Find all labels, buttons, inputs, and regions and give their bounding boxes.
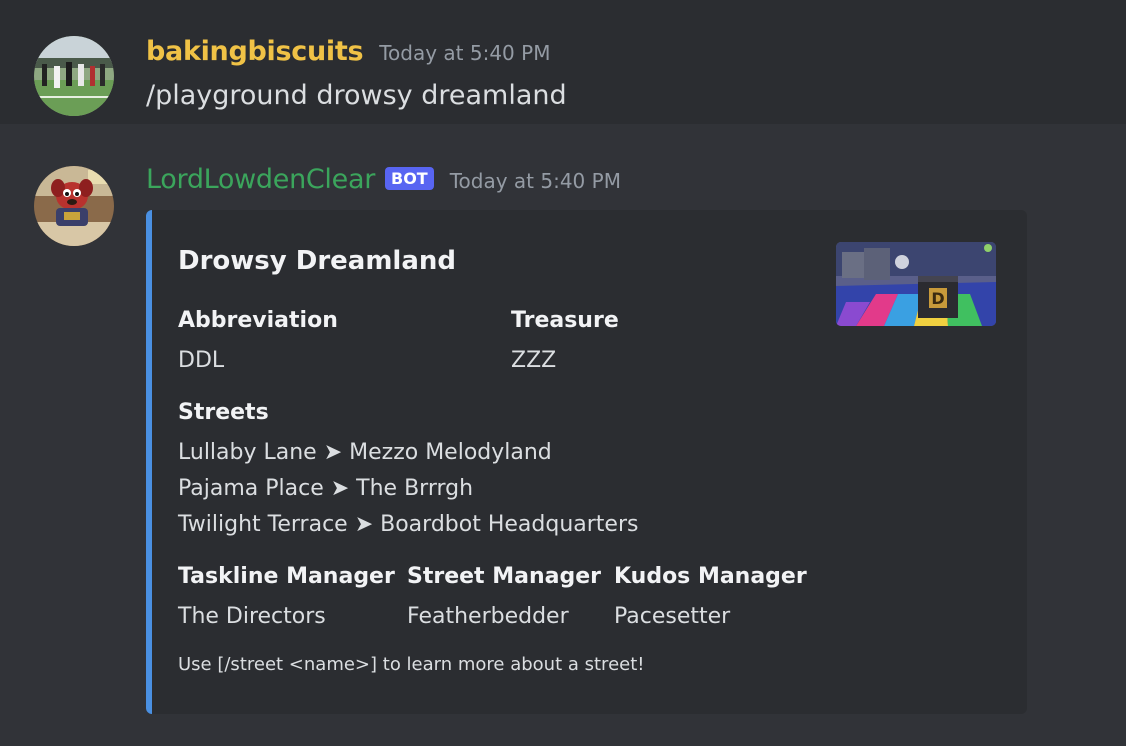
playground-thumbnail-icon: D: [836, 242, 996, 326]
field-kudos-manager-value: Pacesetter: [614, 604, 731, 629]
avatar-character-icon: [34, 166, 114, 246]
avatar-photo-icon: [34, 36, 114, 116]
embed: Drowsy Dreamland D Abbreviation DDL Trea…: [146, 210, 1027, 714]
field-streets-name: Streets: [178, 400, 269, 425]
timestamp[interactable]: Today at 5:40 PM: [379, 41, 550, 65]
embed-title: Drowsy Dreamland: [178, 246, 457, 276]
message-content: /playground drowsy dreamland: [146, 80, 567, 111]
message-header: bakingbiscuits Today at 5:40 PM: [146, 36, 550, 67]
street-line: Twilight Terrace ➤ Boardbot Headquarters: [178, 512, 639, 537]
street-line: Lullaby Lane ➤ Mezzo Melodyland: [178, 440, 552, 465]
embed-thumbnail[interactable]: D: [836, 242, 996, 326]
avatar[interactable]: [34, 36, 114, 116]
avatar[interactable]: [34, 166, 114, 246]
field-abbreviation-name: Abbreviation: [178, 308, 338, 333]
field-street-manager-name: Street Manager: [407, 564, 601, 589]
field-treasure-name: Treasure: [511, 308, 619, 333]
message-header: LordLowdenClear BOT Today at 5:40 PM: [146, 164, 621, 195]
field-kudos-manager-name: Kudos Manager: [614, 564, 807, 589]
bot-badge: BOT: [385, 167, 434, 190]
field-treasure-value: ZZZ: [511, 348, 557, 373]
field-street-manager-value: Featherbedder: [407, 604, 569, 629]
field-taskline-manager-value: The Directors: [178, 604, 326, 629]
username[interactable]: bakingbiscuits: [146, 36, 364, 67]
username[interactable]: LordLowdenClear: [146, 164, 375, 195]
field-abbreviation-value: DDL: [178, 348, 225, 373]
message-lordlowdenclear: LordLowdenClear BOT Today at 5:40 PM Dro…: [0, 124, 1126, 746]
svg-text:D: D: [931, 289, 944, 308]
message-bakingbiscuits: bakingbiscuits Today at 5:40 PM /playgro…: [0, 0, 1126, 124]
chat-messages: bakingbiscuits Today at 5:40 PM /playgro…: [0, 0, 1126, 746]
embed-footer: Use [/street <name>] to learn more about…: [178, 654, 645, 675]
timestamp[interactable]: Today at 5:40 PM: [450, 169, 621, 193]
street-line: Pajama Place ➤ The Brrrgh: [178, 476, 474, 501]
field-taskline-manager-name: Taskline Manager: [178, 564, 395, 589]
